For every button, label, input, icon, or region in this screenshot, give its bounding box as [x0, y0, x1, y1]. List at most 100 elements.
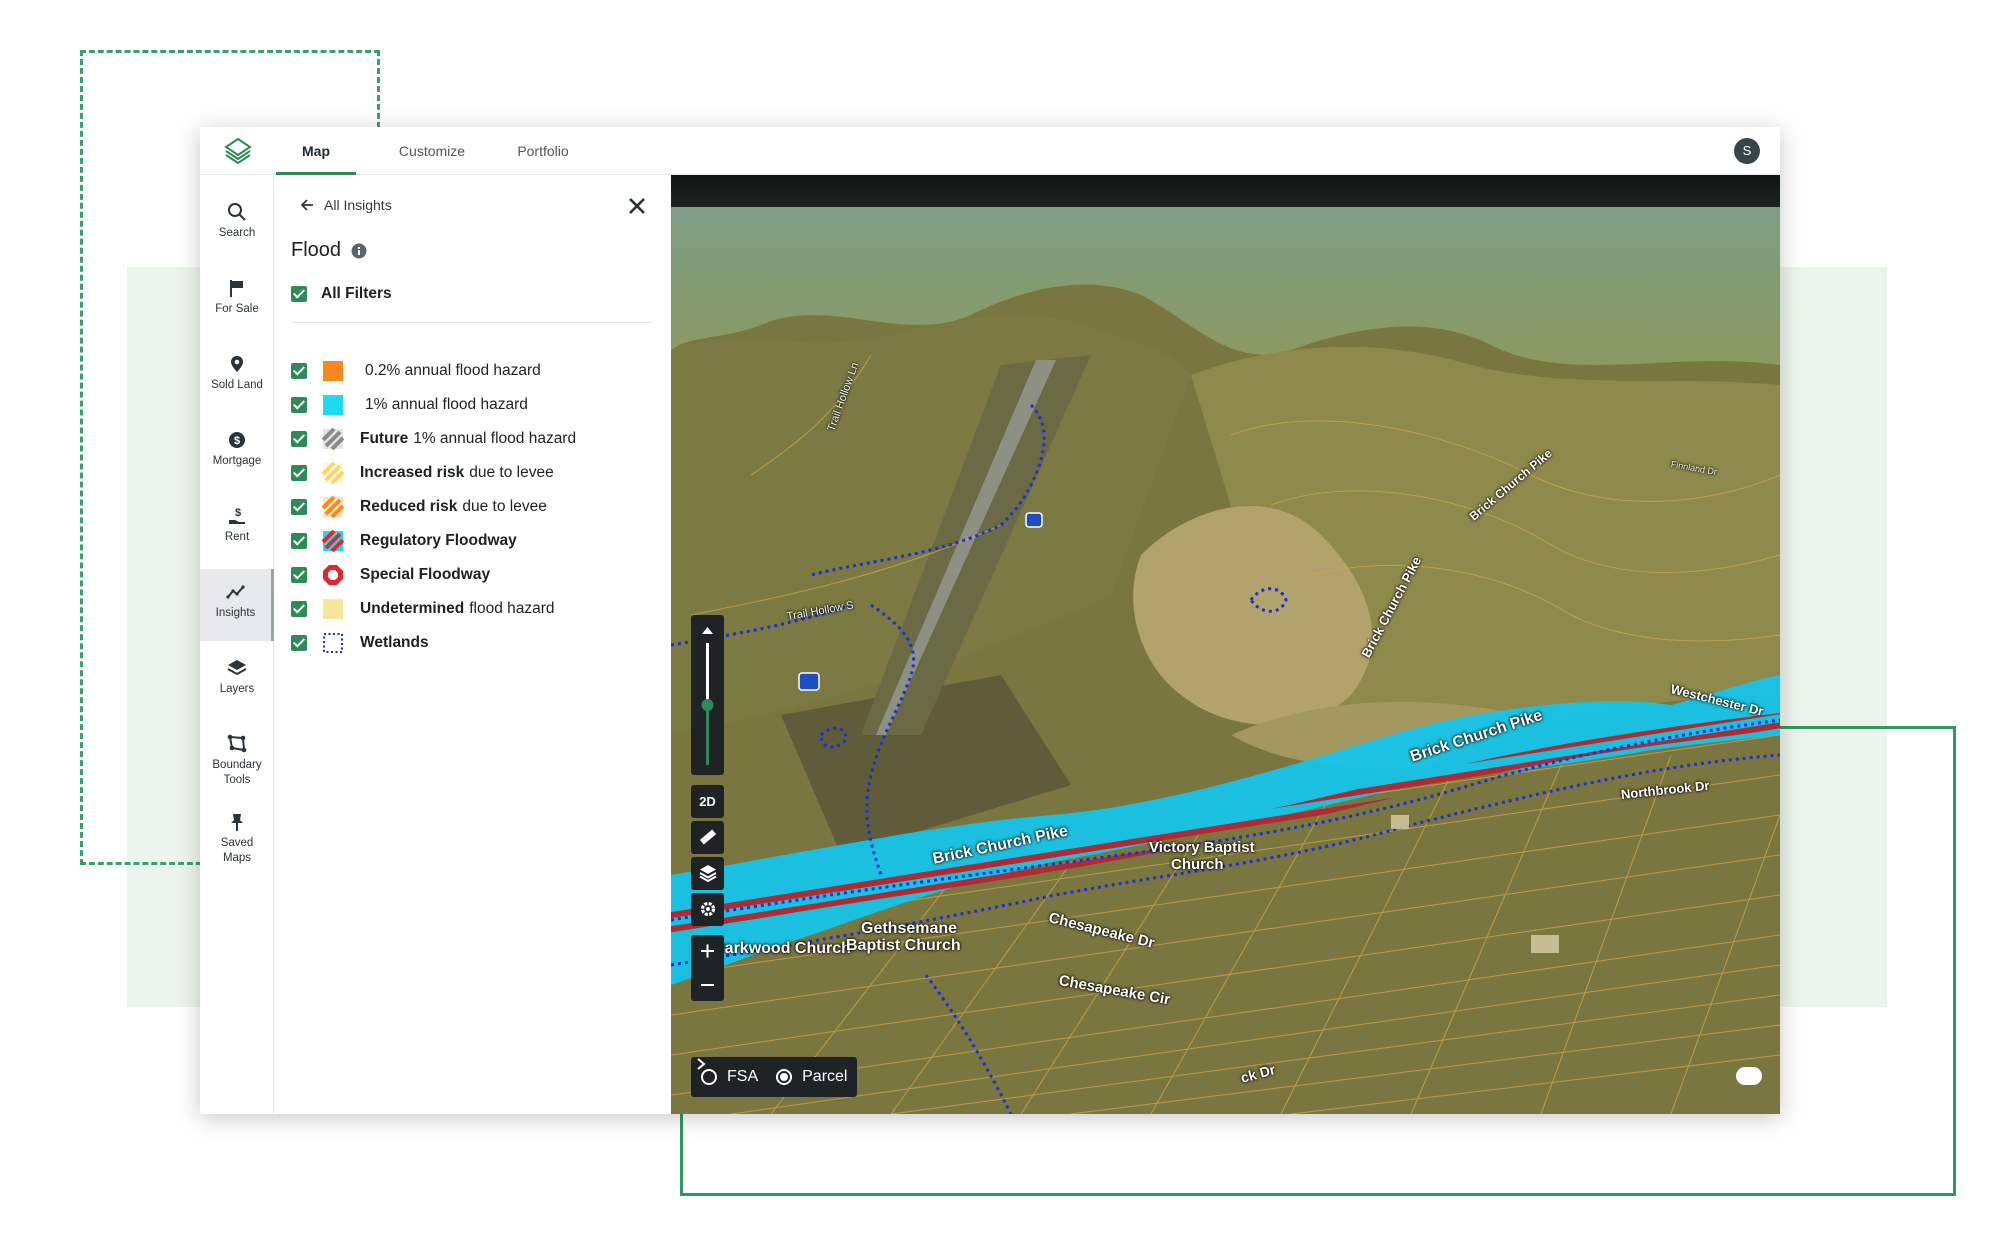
tab-map[interactable]: Map	[276, 127, 356, 175]
sidebar-item-layers[interactable]: Layers	[200, 645, 274, 717]
filter-label-bold: Wetlands	[360, 634, 429, 651]
zoom-graphic	[701, 944, 714, 986]
insights-panel: All Insights Flood All Filters 0.2% annu…	[274, 175, 671, 1114]
filter-checkbox[interactable]	[291, 533, 307, 549]
left-sidebar: Search For Sale Sold Land $ Mortgage $ R…	[200, 175, 274, 1114]
layer-mode-switch: FSA Parcel	[691, 1057, 858, 1097]
sidebar-item-label: Search	[218, 227, 256, 239]
tab-portfolio[interactable]: Portfolio	[498, 127, 588, 175]
map-label: Gethsemane	[861, 920, 958, 937]
filter-checkbox[interactable]	[291, 635, 307, 651]
map-layers-button[interactable]	[691, 857, 724, 890]
filter-row[interactable]: Increased risk due to levee	[291, 461, 554, 485]
swatch-blue-dotted	[323, 633, 343, 653]
ruler-icon	[699, 829, 716, 845]
filter-label-bold: Increased risk	[360, 464, 465, 481]
filter-row[interactable]: Wetlands	[291, 631, 434, 655]
swatch-cyan	[323, 395, 343, 415]
filter-row[interactable]: 0.2% annual flood hazard	[291, 359, 541, 383]
fsa-label: FSA	[727, 1068, 759, 1085]
filter-label: flood hazard	[469, 600, 555, 617]
filter-checkbox[interactable]	[291, 499, 307, 515]
filter-label-bold: Future	[360, 430, 409, 447]
user-avatar[interactable]: S	[1734, 138, 1760, 164]
map-label: Church	[1171, 856, 1224, 873]
search-icon	[228, 203, 246, 221]
swatch-orange	[323, 361, 343, 381]
swatch-red-cyan-hatch	[322, 530, 344, 552]
dollar-icon: $	[229, 432, 245, 448]
layers-icon	[227, 660, 247, 676]
sidebar-item-label: Layers	[219, 683, 255, 695]
filter-row[interactable]: Regulatory Floodway	[291, 529, 522, 553]
svg-text:$: $	[234, 435, 240, 447]
sidebar-item-label: Boundary Tools	[212, 759, 262, 786]
info-icon[interactable]	[351, 243, 367, 259]
swatch-orange-hatch	[322, 496, 344, 518]
all-filters-row[interactable]: All Filters	[291, 285, 392, 303]
flag-icon	[230, 280, 243, 297]
chevron-right-icon[interactable]	[695, 1057, 707, 1071]
swatch-red-octagon	[323, 565, 343, 585]
filter-checkbox[interactable]	[291, 601, 307, 617]
back-link[interactable]: All Insights	[300, 197, 392, 213]
sidebar-item-label: Saved Maps	[220, 837, 254, 864]
map-label: Victory Baptist	[1149, 839, 1255, 856]
filter-label: due to levee	[469, 464, 554, 481]
filter-label: 0.2% annual flood hazard	[365, 362, 541, 379]
filter-checkbox[interactable]	[291, 567, 307, 583]
map-pin-icon	[231, 356, 243, 372]
all-filters-checkbox[interactable]	[291, 286, 307, 302]
filter-row[interactable]: Undetermined flood hazard	[291, 597, 555, 621]
map-label: Parkwood Church	[714, 940, 851, 957]
parcel-radio[interactable]	[776, 1069, 793, 1085]
zoom-controls	[691, 935, 724, 1001]
swatch-yellow-hatch	[322, 462, 344, 484]
filter-checkbox[interactable]	[291, 465, 307, 481]
map-view[interactable]: Brick Church Pike Brick Church Pike Bric…	[671, 175, 1780, 1114]
sidebar-item-insights[interactable]: Insights	[200, 569, 274, 641]
tilt-slider[interactable]	[691, 615, 724, 775]
panel-title: Flood	[291, 239, 367, 262]
filter-label-bold: Regulatory Floodway	[360, 532, 517, 549]
filter-row[interactable]: Future 1% annual flood hazard	[291, 427, 576, 451]
sidebar-item-sold-land[interactable]: Sold Land	[200, 341, 274, 413]
filter-label-bold: Reduced risk	[360, 498, 458, 515]
filter-checkbox[interactable]	[291, 431, 307, 447]
measure-button[interactable]	[691, 821, 724, 854]
sidebar-item-for-sale[interactable]: For Sale	[200, 265, 274, 337]
filter-row[interactable]: 1% annual flood hazard	[291, 393, 528, 417]
boundary-tools-icon	[227, 734, 247, 753]
fsa-radio[interactable]	[701, 1069, 717, 1085]
filter-label-bold: Special Floodway	[360, 566, 491, 583]
tab-customize[interactable]: Customize	[382, 127, 482, 175]
filter-row[interactable]: Special Floodway	[291, 563, 495, 587]
back-link-label: All Insights	[324, 197, 392, 213]
view-2d-toggle[interactable]: 2D	[691, 785, 724, 818]
filter-label: due to levee	[462, 498, 547, 515]
app-logo-icon[interactable]	[222, 135, 254, 167]
filter-checkbox[interactable]	[291, 397, 307, 413]
filter-row[interactable]: Reduced risk due to levee	[291, 495, 547, 519]
sidebar-item-label: Sold Land	[211, 379, 263, 391]
filter-checkbox[interactable]	[291, 363, 307, 379]
sidebar-item-search[interactable]: Search	[200, 189, 274, 261]
hand-dollar-icon: $	[229, 507, 245, 524]
sidebar-item-label: For Sale	[215, 303, 259, 315]
filter-label: 1% annual flood hazard	[365, 396, 528, 413]
app-window: Map Customize Portfolio S Search For Sal…	[200, 127, 1780, 1114]
layers-icon	[699, 865, 716, 883]
insights-icon	[225, 585, 245, 599]
svg-text:$: $	[235, 507, 241, 519]
all-filters-label: All Filters	[321, 285, 392, 302]
sidebar-item-mortgage[interactable]: $ Mortgage	[200, 417, 274, 489]
divider	[291, 322, 653, 323]
swatch-gray-hatch	[322, 428, 344, 450]
sidebar-item-saved-maps[interactable]: Saved Maps	[200, 799, 274, 879]
close-icon[interactable]	[624, 193, 650, 219]
map-settings-button[interactable]	[691, 893, 724, 926]
map-terrain	[671, 175, 1780, 1114]
sidebar-item-boundary-tools[interactable]: Boundary Tools	[200, 721, 274, 801]
filter-label: 1% annual flood hazard	[413, 430, 577, 447]
sidebar-item-rent[interactable]: $ Rent	[200, 493, 274, 565]
